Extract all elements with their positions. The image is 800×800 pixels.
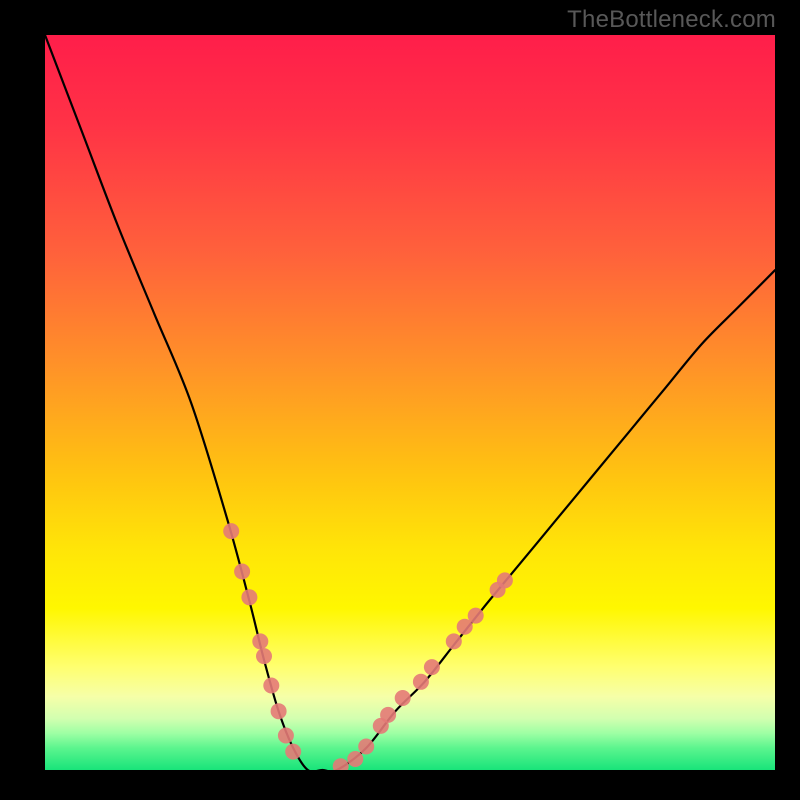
- marker-dot: [446, 633, 462, 649]
- marker-dot: [285, 744, 301, 760]
- watermark-text: TheBottleneck.com: [567, 6, 776, 34]
- chart-stage: TheBottleneck.com: [0, 0, 800, 800]
- marker-dot: [380, 707, 396, 723]
- marker-dot: [263, 678, 279, 694]
- bottleneck-curve: [45, 35, 775, 770]
- marker-dot: [497, 572, 513, 588]
- curve-markers: [223, 523, 513, 770]
- marker-dot: [241, 589, 257, 605]
- marker-dot: [413, 674, 429, 690]
- marker-dot: [234, 564, 250, 580]
- marker-dot: [271, 703, 287, 719]
- curve-layer: [45, 35, 775, 770]
- marker-dot: [347, 751, 363, 767]
- marker-dot: [278, 728, 294, 744]
- marker-dot: [256, 648, 272, 664]
- marker-dot: [424, 659, 440, 675]
- marker-dot: [358, 739, 374, 755]
- plot-area: [45, 35, 775, 770]
- marker-dot: [252, 633, 268, 649]
- marker-dot: [223, 523, 239, 539]
- marker-dot: [333, 758, 349, 770]
- marker-dot: [468, 608, 484, 624]
- marker-dot: [395, 690, 411, 706]
